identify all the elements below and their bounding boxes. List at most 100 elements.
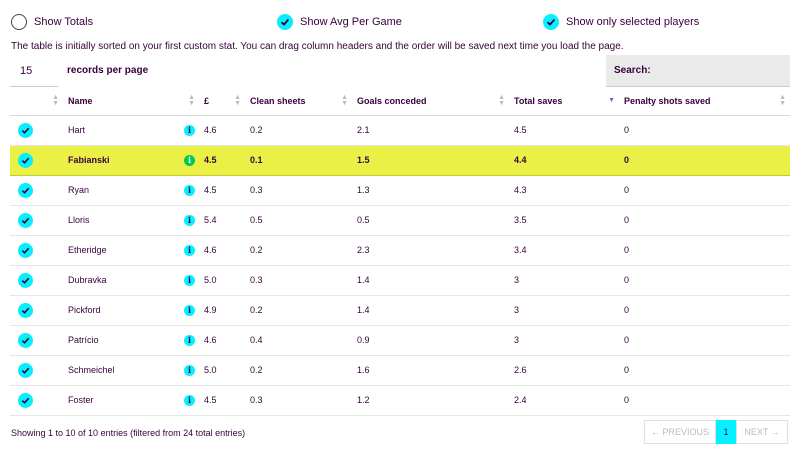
table-row[interactable]: Foster i 4.5 0.3 1.2 2.4 0: [10, 385, 790, 416]
column-header-select[interactable]: ▲ ▼: [10, 87, 63, 116]
pagination: ← PREVIOUS 1 NEXT →: [644, 420, 788, 444]
check-icon[interactable]: [18, 122, 33, 138]
check-icon[interactable]: [18, 272, 33, 288]
cell-price: 4.9: [199, 295, 245, 326]
cell-name: Pickford i: [63, 295, 199, 326]
sort-arrows-icon: ▲ ▼: [779, 94, 786, 107]
cell-penalty-saves: 0: [619, 385, 790, 416]
table-row[interactable]: Lloris i 5.4 0.5 0.5 3.5 0: [10, 205, 790, 236]
table-controls: 15 records per page Search:: [10, 55, 790, 87]
info-icon[interactable]: i: [184, 214, 195, 226]
cell-name: Foster i: [63, 385, 199, 416]
select-cell[interactable]: [10, 355, 63, 386]
cell-penalty-saves: 0: [619, 115, 790, 146]
records-per-page-input[interactable]: 15: [10, 55, 58, 87]
check-icon[interactable]: [18, 182, 33, 198]
select-cell[interactable]: [10, 235, 63, 266]
cell-price: 5.0: [199, 355, 245, 386]
table-row[interactable]: Patrício i 4.6 0.4 0.9 3 0: [10, 325, 790, 356]
cell-name: Dubravka i: [63, 265, 199, 296]
info-icon[interactable]: i: [184, 364, 195, 376]
info-icon[interactable]: i: [184, 304, 195, 316]
info-icon[interactable]: i: [184, 184, 195, 196]
cell-price: 4.5: [199, 175, 245, 206]
sort-desc-icon: ▼: [608, 97, 615, 104]
cell-price: 4.6: [199, 325, 245, 356]
cell-penalty-saves: 0: [619, 175, 790, 206]
cell-clean-sheets: 0.2: [245, 355, 352, 386]
cell-goals-conceded: 1.5: [352, 144, 509, 176]
select-cell[interactable]: [10, 175, 63, 206]
check-icon[interactable]: [18, 242, 33, 258]
column-header-total-saves[interactable]: Total saves ▼: [509, 87, 619, 116]
column-header-clean-sheets[interactable]: Clean sheets ▲ ▼: [245, 87, 352, 116]
cell-goals-conceded: 1.2: [352, 385, 509, 416]
column-header-price[interactable]: £ ▲ ▼: [199, 87, 245, 116]
info-icon[interactable]: i: [184, 244, 195, 256]
info-icon[interactable]: i: [184, 394, 195, 406]
show-avg-label: Show Avg Per Game: [300, 16, 402, 28]
info-icon[interactable]: i: [184, 154, 195, 166]
page-1-button[interactable]: 1: [716, 420, 736, 444]
cell-total-saves: 3.4: [509, 235, 619, 266]
cell-goals-conceded: 1.4: [352, 295, 509, 326]
next-page-button[interactable]: NEXT →: [736, 420, 788, 444]
cell-goals-conceded: 2.1: [352, 115, 509, 146]
cell-clean-sheets: 0.3: [245, 265, 352, 296]
radio-unchecked-icon[interactable]: [11, 14, 27, 30]
info-icon[interactable]: i: [184, 274, 195, 286]
table-header-row: ▲ ▼ Name ▲ ▼ £ ▲ ▼ Clean sheets ▲ ▼ Goals conce…: [10, 87, 790, 116]
column-header-penalty-saves[interactable]: Penalty shots saved ▲ ▼: [619, 87, 790, 116]
table-row[interactable]: Hart i 4.6 0.2 2.1 4.5 0: [10, 115, 790, 146]
show-selected-option[interactable]: Show only selected players: [543, 14, 699, 30]
info-icon[interactable]: i: [184, 334, 195, 346]
table-row[interactable]: Ryan i 4.5 0.3 1.3 4.3 0: [10, 175, 790, 206]
check-icon[interactable]: [18, 152, 33, 168]
column-header-name[interactable]: Name ▲ ▼: [63, 87, 199, 116]
cell-clean-sheets: 0.2: [245, 115, 352, 146]
table-row[interactable]: Etheridge i 4.6 0.2 2.3 3.4 0: [10, 235, 790, 266]
select-cell[interactable]: [10, 325, 63, 356]
check-icon[interactable]: [18, 212, 33, 228]
cell-price: 4.6: [199, 235, 245, 266]
entries-summary: Showing 1 to 10 of 10 entries (filtered …: [11, 428, 246, 438]
sort-arrows-icon: ▲ ▼: [188, 94, 195, 107]
previous-page-button[interactable]: ← PREVIOUS: [644, 420, 716, 444]
table-row[interactable]: Fabianski i 4.5 0.1 1.5 4.4 0: [10, 144, 790, 176]
select-cell[interactable]: [10, 265, 63, 296]
check-icon[interactable]: [543, 14, 559, 30]
cell-name: Fabianski i: [63, 144, 199, 176]
column-header-goals-conceded[interactable]: Goals conceded ▲ ▼: [352, 87, 509, 116]
check-icon[interactable]: [277, 14, 293, 30]
table-row[interactable]: Dubravka i 5.0 0.3 1.4 3 0: [10, 265, 790, 296]
show-avg-option[interactable]: Show Avg Per Game: [277, 14, 402, 30]
cell-goals-conceded: 0.9: [352, 325, 509, 356]
table-note: The table is initially sorted on your fi…: [11, 41, 624, 52]
cell-name: Ryan i: [63, 175, 199, 206]
select-cell[interactable]: [10, 385, 63, 416]
select-cell[interactable]: [10, 144, 63, 176]
cell-price: 4.5: [199, 144, 245, 176]
info-icon[interactable]: i: [184, 124, 195, 136]
check-icon[interactable]: [18, 332, 33, 348]
view-options: Show Totals Show Avg Per Game Show only …: [0, 0, 800, 44]
cell-name: Lloris i: [63, 205, 199, 236]
select-cell[interactable]: [10, 295, 63, 326]
search-input[interactable]: Search:: [606, 55, 790, 87]
cell-goals-conceded: 2.3: [352, 235, 509, 266]
table-row[interactable]: Pickford i 4.9 0.2 1.4 3 0: [10, 295, 790, 326]
cell-goals-conceded: 1.3: [352, 175, 509, 206]
player-stats-table: ▲ ▼ Name ▲ ▼ £ ▲ ▼ Clean sheets ▲ ▼ Goals conce…: [10, 87, 790, 416]
records-per-page-label: records per page: [67, 65, 149, 76]
show-totals-label: Show Totals: [34, 16, 94, 28]
check-icon[interactable]: [18, 392, 33, 408]
show-totals-option[interactable]: Show Totals: [11, 14, 93, 30]
cell-total-saves: 2.4: [509, 385, 619, 416]
cell-penalty-saves: 0: [619, 144, 790, 176]
cell-price: 5.0: [199, 265, 245, 296]
check-icon[interactable]: [18, 362, 33, 378]
select-cell[interactable]: [10, 205, 63, 236]
select-cell[interactable]: [10, 115, 63, 146]
table-row[interactable]: Schmeichel i 5.0 0.2 1.6 2.6 0: [10, 355, 790, 386]
check-icon[interactable]: [18, 302, 33, 318]
